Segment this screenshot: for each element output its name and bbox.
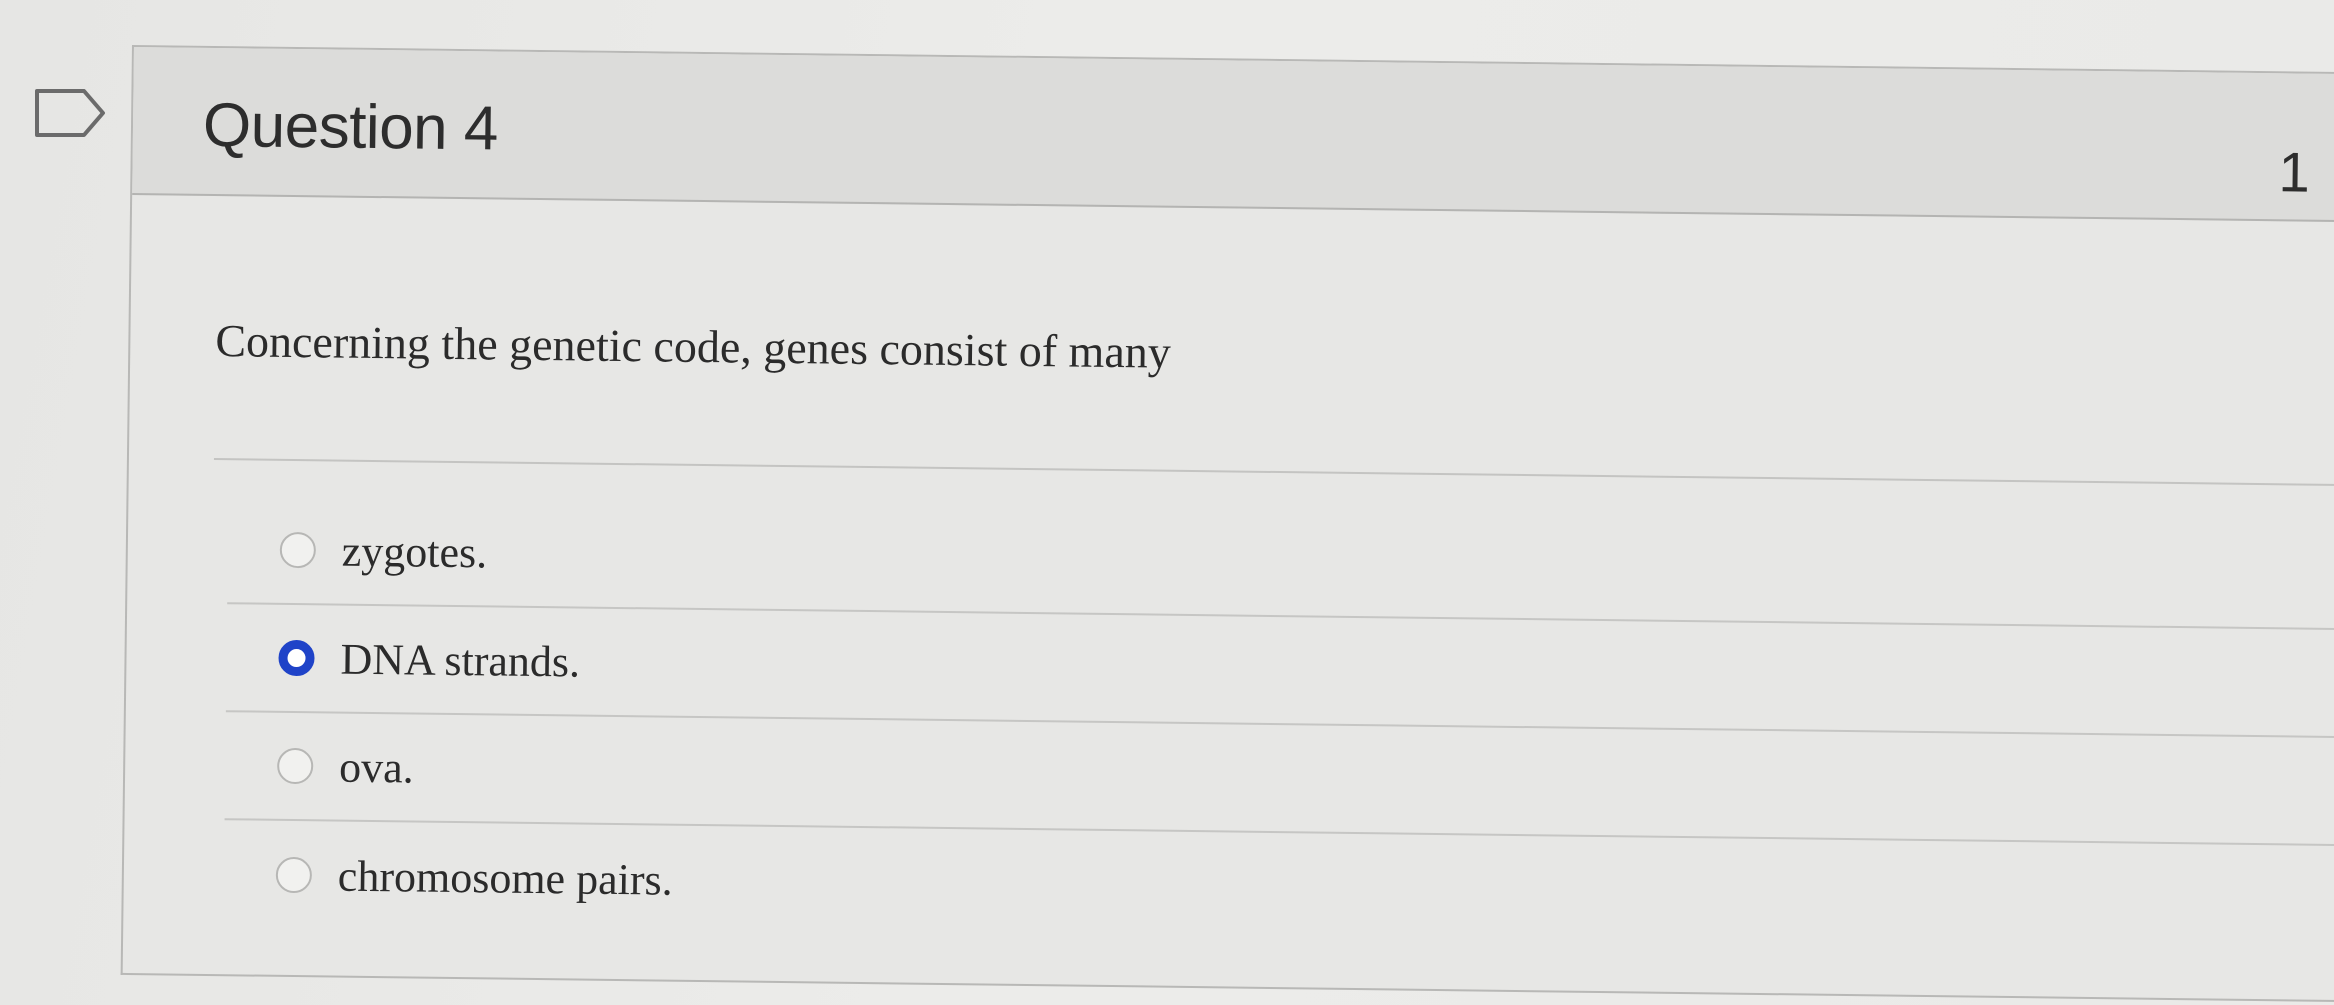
answer-list: zygotes. DNA strands. ova. chromosome pa… [223, 496, 2334, 954]
radio-button[interactable] [276, 747, 314, 785]
radio-button[interactable] [275, 856, 313, 894]
question-card: Question 4 1 Concerning the genetic code… [120, 45, 2334, 1003]
question-points: 1 [2278, 140, 2311, 204]
radio-button-selected[interactable] [278, 639, 315, 677]
question-header: Question 4 1 [132, 47, 2334, 223]
answer-label[interactable]: chromosome pairs. [338, 850, 673, 905]
question-title: Question 4 [202, 90, 499, 164]
question-text: Concerning the genetic code, genes consi… [215, 315, 1172, 378]
flag-question-icon[interactable] [34, 88, 106, 138]
divider [213, 458, 2334, 487]
radio-button[interactable] [279, 531, 317, 569]
answer-label[interactable]: ova. [339, 741, 414, 793]
answer-label[interactable]: DNA strands. [340, 633, 580, 687]
quiz-page: Question 4 1 Concerning the genetic code… [0, 0, 2334, 1005]
answer-label[interactable]: zygotes. [342, 525, 488, 578]
